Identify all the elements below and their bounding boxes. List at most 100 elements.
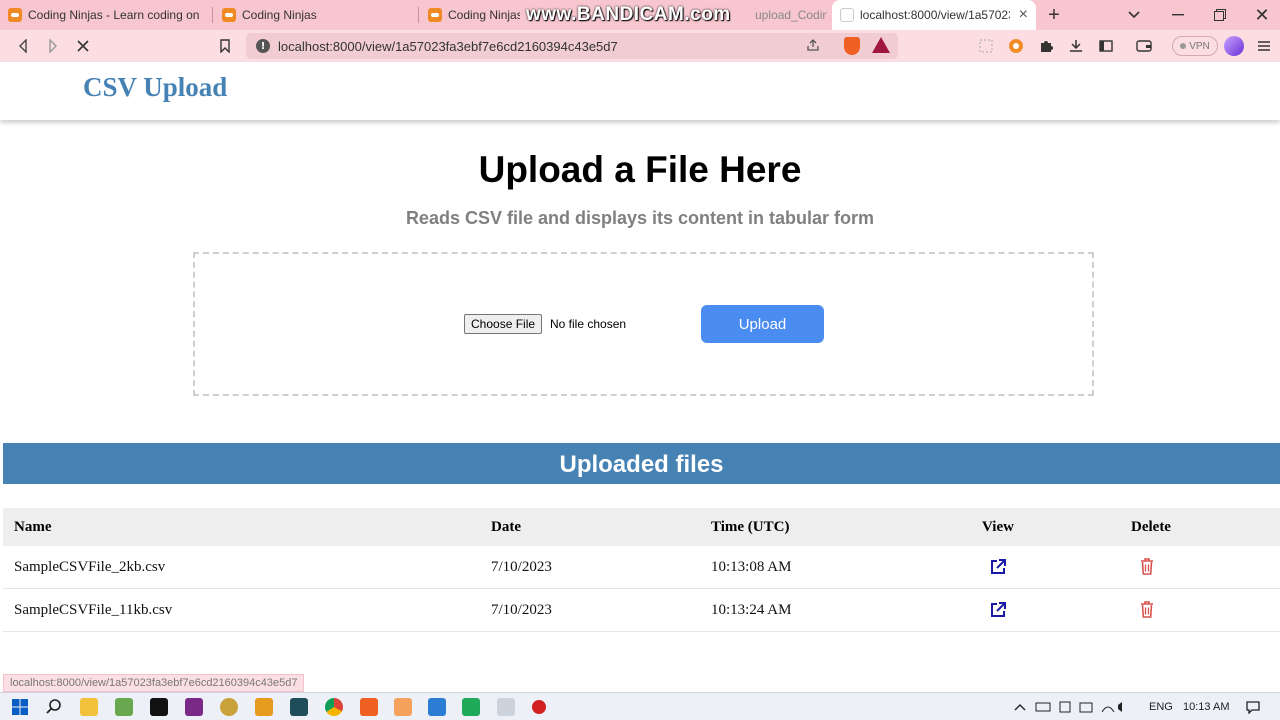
start-windows-icon[interactable] [11,698,29,716]
file-input-status: No file chosen [550,317,627,331]
header-date: Date [491,518,521,535]
file-date-cell: 7/10/2023 [491,601,552,618]
tab-title: Coding Ninjas - Learn coding online [28,8,200,22]
vpn-label: VPN [1189,40,1210,52]
site-logo[interactable]: CSV Upload [83,72,227,103]
site-info-icon[interactable]: ! [256,39,270,53]
tab-separator [212,7,213,23]
file-time-cell: 10:13:08 AM [711,558,792,575]
site-header: CSV Upload [0,62,1280,120]
brave-shields-icon[interactable] [844,37,860,55]
vpn-status-dot-icon [1180,43,1187,49]
sidebar-icon[interactable] [1094,30,1118,62]
brave-rewards-icon[interactable] [872,37,890,53]
forward-icon[interactable] [38,30,68,62]
tab-title: localhost:8000/view/1a57023 [860,8,1010,22]
address-bar[interactable]: ! localhost:8000/view/1a57023fa3ebf7e6cd… [246,33,898,59]
app-icon[interactable] [255,698,273,716]
tab-upload-coding[interactable]: upload_Coding [755,0,827,30]
file-explorer-icon[interactable] [80,698,98,716]
file-name-cell: SampleCSVFile_2kb.csv [14,558,166,575]
bandicam-watermark: www.BANDICAM.com [526,4,731,25]
app-icon[interactable] [497,698,515,716]
app-icon[interactable] [185,698,203,716]
url-text: localhost:8000/view/1a57023fa3ebf7e6cd21… [278,38,618,54]
share-icon[interactable] [806,38,820,55]
view-file-icon[interactable] [990,601,1007,623]
tab-title: Coding Ninjas [448,8,520,22]
choose-file-button[interactable]: Choose File [464,314,543,334]
tab-coding-ninjas-learn[interactable]: Coding Ninjas - Learn coding online [0,0,210,30]
table-row: SampleCSVFile_11kb.csv 7/10/2023 10:13:2… [3,589,1280,632]
tab-search-chevron-icon[interactable] [1122,0,1146,30]
stop-loading-icon[interactable] [68,30,98,62]
notepad-icon[interactable] [115,698,133,716]
delete-file-icon[interactable] [1140,601,1154,623]
back-icon[interactable] [8,30,38,62]
bookmark-icon[interactable] [210,30,240,62]
tab-coding-ninjas-3[interactable]: Coding Ninjas [420,0,520,30]
recording-icon[interactable] [532,700,546,714]
extensions-puzzle-icon[interactable] [1034,30,1058,62]
chrome-icon[interactable] [325,698,343,716]
web-page: CSV Upload Upload a File Here Reads CSV … [0,62,1280,692]
system-clock[interactable]: 10:13 AM [1183,693,1229,720]
tab-localhost-active[interactable]: localhost:8000/view/1a57023 × [832,0,1036,30]
section-title: Uploaded files [559,451,724,478]
restore-window-icon[interactable] [1208,0,1232,30]
tab-title: upload_Coding [755,8,827,22]
table-row: SampleCSVFile_2kb.csv 7/10/2023 10:13:08… [3,546,1280,589]
header-view: View [982,518,1014,535]
new-tab-icon[interactable]: + [1042,0,1066,30]
upload-button[interactable]: Upload [701,305,824,343]
delete-file-icon[interactable] [1140,558,1154,580]
close-tab-icon[interactable]: × [1019,6,1028,24]
header-name: Name [14,518,52,535]
coding-ninjas-favicon-icon [222,8,236,22]
taskbar-search-icon[interactable] [45,698,63,716]
tab-title: Coding Ninjas [242,8,317,22]
tab-separator [418,7,419,23]
notifications-icon[interactable] [1246,693,1260,720]
brave-icon[interactable] [360,698,378,716]
app-icon[interactable] [462,698,480,716]
minimize-window-icon[interactable] [1166,0,1190,30]
header-time: Time (UTC) [711,518,790,535]
app-icon[interactable] [394,698,412,716]
screen: Coding Ninjas - Learn coding online Codi… [0,0,1280,720]
language-indicator[interactable]: ENG [1149,693,1173,720]
close-window-icon[interactable]: ✕ [1250,0,1274,30]
windows-taskbar: ENG 10:13 AM [0,692,1280,720]
browser-tab-bar: Coding Ninjas - Learn coding online Codi… [0,0,1280,30]
profile-avatar[interactable] [1224,36,1244,56]
file-time-cell: 10:13:24 AM [711,601,792,618]
browser-toolbar: ! localhost:8000/view/1a57023fa3ebf7e6cd… [0,30,1280,62]
page-favicon-icon [840,8,854,22]
extension-icon[interactable] [1004,30,1028,62]
uploaded-files-banner: Uploaded files [3,443,1280,484]
coding-ninjas-favicon-icon [428,8,442,22]
app-icon[interactable] [150,698,168,716]
header-delete: Delete [1131,518,1171,535]
view-file-icon[interactable] [990,558,1007,580]
tray-icons[interactable] [1034,693,1124,720]
show-hidden-icons-icon[interactable] [1014,693,1026,720]
file-date-cell: 7/10/2023 [491,558,552,575]
file-name-cell: SampleCSVFile_11kb.csv [14,601,173,618]
page-subtitle: Reads CSV file and displays its content … [405,208,875,228]
status-bar-url: localhost:8000/view/1a57023fa3ebf7e6cd21… [3,674,305,692]
tab-coding-ninjas-2[interactable]: Coding Ninjas [214,0,416,30]
page-title: Upload a File Here [478,149,802,190]
upload-dropzone[interactable] [193,252,1094,396]
vscode-icon[interactable] [428,698,446,716]
table-header-row: Name Date Time (UTC) View Delete [3,508,1280,546]
wallet-icon[interactable] [1132,30,1156,62]
vpn-button[interactable]: VPN [1172,36,1218,56]
app-icon[interactable] [220,698,238,716]
coding-ninjas-favicon-icon [8,8,22,22]
uploaded-files-table: Name Date Time (UTC) View Delete SampleC… [3,508,1280,632]
download-icon[interactable] [1064,30,1088,62]
app-icon[interactable] [290,698,308,716]
menu-icon[interactable] [1252,30,1276,62]
screen-capture-icon[interactable] [974,30,998,62]
